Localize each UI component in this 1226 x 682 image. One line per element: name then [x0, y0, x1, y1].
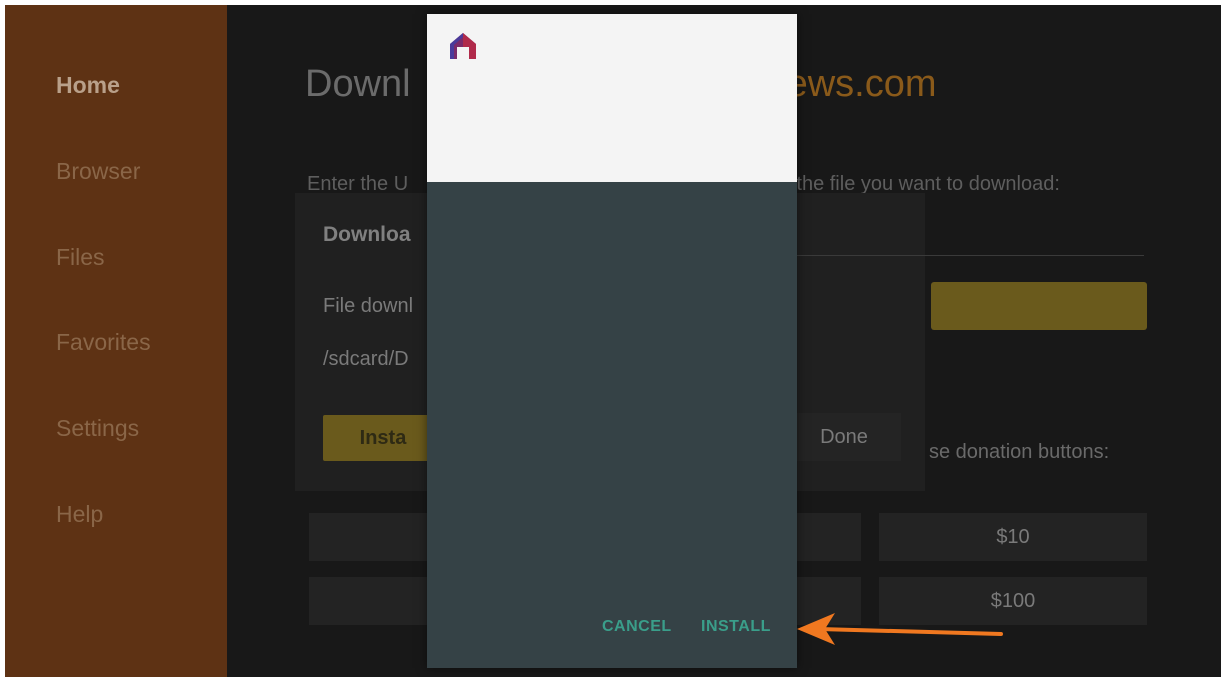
cancel-button[interactable]: CANCEL	[602, 618, 672, 636]
title-end: ews.com	[786, 63, 937, 105]
done-button[interactable]: Done	[787, 413, 901, 461]
highlight-bar[interactable]	[931, 282, 1147, 330]
divider	[792, 255, 1144, 256]
sidebar-item-help[interactable]: Help	[56, 501, 103, 528]
url-prompt-start: Enter the U	[307, 173, 409, 195]
install-dialog: CANCEL INSTALL	[427, 14, 797, 668]
file-path: /sdcard/D	[323, 348, 409, 370]
arrow-left-icon	[797, 613, 1003, 645]
install-button[interactable]: Insta	[323, 415, 443, 461]
dialog-install-button[interactable]: INSTALL	[701, 618, 771, 636]
donation-button[interactable]	[787, 513, 861, 561]
sidebar: Home Browser Files Favorites Settings He…	[5, 5, 227, 677]
url-prompt-end: r the file you want to download:	[784, 173, 1060, 195]
sidebar-item-home[interactable]: Home	[56, 72, 120, 99]
title-start: Downl	[305, 63, 411, 105]
house-app-icon	[450, 33, 476, 59]
sidebar-item-favorites[interactable]: Favorites	[56, 329, 151, 356]
dialog-actions: CANCEL INSTALL	[427, 616, 797, 646]
file-label: File downl	[323, 295, 414, 317]
screen: Home Browser Files Favorites Settings He…	[5, 5, 1221, 677]
dialog-header	[427, 14, 797, 182]
donation-text: se donation buttons:	[929, 441, 1110, 463]
sidebar-item-browser[interactable]: Browser	[56, 158, 140, 185]
sidebar-item-files[interactable]: Files	[56, 244, 105, 271]
sidebar-item-settings[interactable]: Settings	[56, 415, 139, 442]
panel-heading: Downloa	[323, 223, 411, 246]
donation-button-10[interactable]: $10	[879, 513, 1147, 561]
